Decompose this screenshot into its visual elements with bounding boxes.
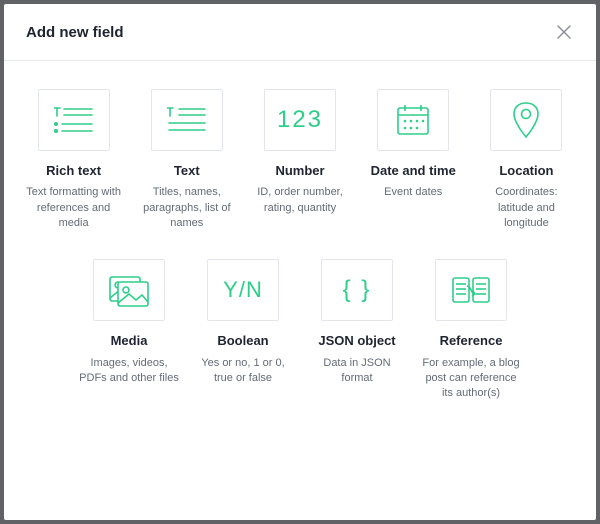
field-title: Date and time xyxy=(371,163,456,179)
text-icon xyxy=(151,89,223,151)
field-title: Location xyxy=(499,163,553,179)
field-desc: Coordinates: latitude and longitude xyxy=(477,185,576,231)
calendar-icon xyxy=(377,89,449,151)
modal-header: Add new field xyxy=(4,4,596,61)
media-icon xyxy=(93,259,165,321)
field-type-rich-text[interactable]: Rich text Text formatting with reference… xyxy=(24,89,123,231)
field-title: Text xyxy=(174,163,200,179)
add-field-modal: Add new field xyxy=(4,4,596,520)
field-title: Boolean xyxy=(217,333,268,349)
field-type-reference[interactable]: Reference For example, a blog post can r… xyxy=(421,259,521,401)
reference-icon xyxy=(435,259,507,321)
modal-title: Add new field xyxy=(26,24,124,41)
close-button[interactable] xyxy=(554,22,574,42)
field-desc: For example, a blog post can reference i… xyxy=(421,356,521,402)
field-type-json-object[interactable]: { } JSON object Data in JSON format xyxy=(307,259,407,401)
field-desc: Images, videos, PDFs and other files xyxy=(79,356,179,387)
field-title: JSON object xyxy=(318,333,395,349)
field-type-boolean[interactable]: Y/N Boolean Yes or no, 1 or 0, true or f… xyxy=(193,259,293,401)
field-title: Rich text xyxy=(46,163,101,179)
field-type-date-time[interactable]: Date and time Event dates xyxy=(364,89,463,231)
field-desc: Titles, names, paragraphs, list of names xyxy=(137,185,236,231)
field-type-location[interactable]: Location Coordinates: latitude and longi… xyxy=(477,89,576,231)
field-title: Number xyxy=(275,163,324,179)
field-desc: Yes or no, 1 or 0, true or false xyxy=(193,356,293,387)
field-desc: Text formatting with references and medi… xyxy=(24,185,123,231)
close-icon xyxy=(557,25,571,39)
field-row: Media Images, videos, PDFs and other fil… xyxy=(24,259,576,401)
rich-text-icon xyxy=(38,89,110,151)
field-desc: Event dates xyxy=(384,185,442,200)
location-pin-icon xyxy=(490,89,562,151)
modal-body: Rich text Text formatting with reference… xyxy=(4,61,596,520)
field-type-text[interactable]: Text Titles, names, paragraphs, list of … xyxy=(137,89,236,231)
field-desc: Data in JSON format xyxy=(307,356,407,387)
field-type-media[interactable]: Media Images, videos, PDFs and other fil… xyxy=(79,259,179,401)
boolean-icon: Y/N xyxy=(207,259,279,321)
field-desc: ID, order number, rating, quantity xyxy=(250,185,349,216)
field-type-number[interactable]: 123 Number ID, order number, rating, qua… xyxy=(250,89,349,231)
json-icon: { } xyxy=(321,259,393,321)
field-title: Reference xyxy=(440,333,503,349)
field-title: Media xyxy=(111,333,148,349)
number-icon: 123 xyxy=(264,89,336,151)
field-row: Rich text Text formatting with reference… xyxy=(24,89,576,231)
